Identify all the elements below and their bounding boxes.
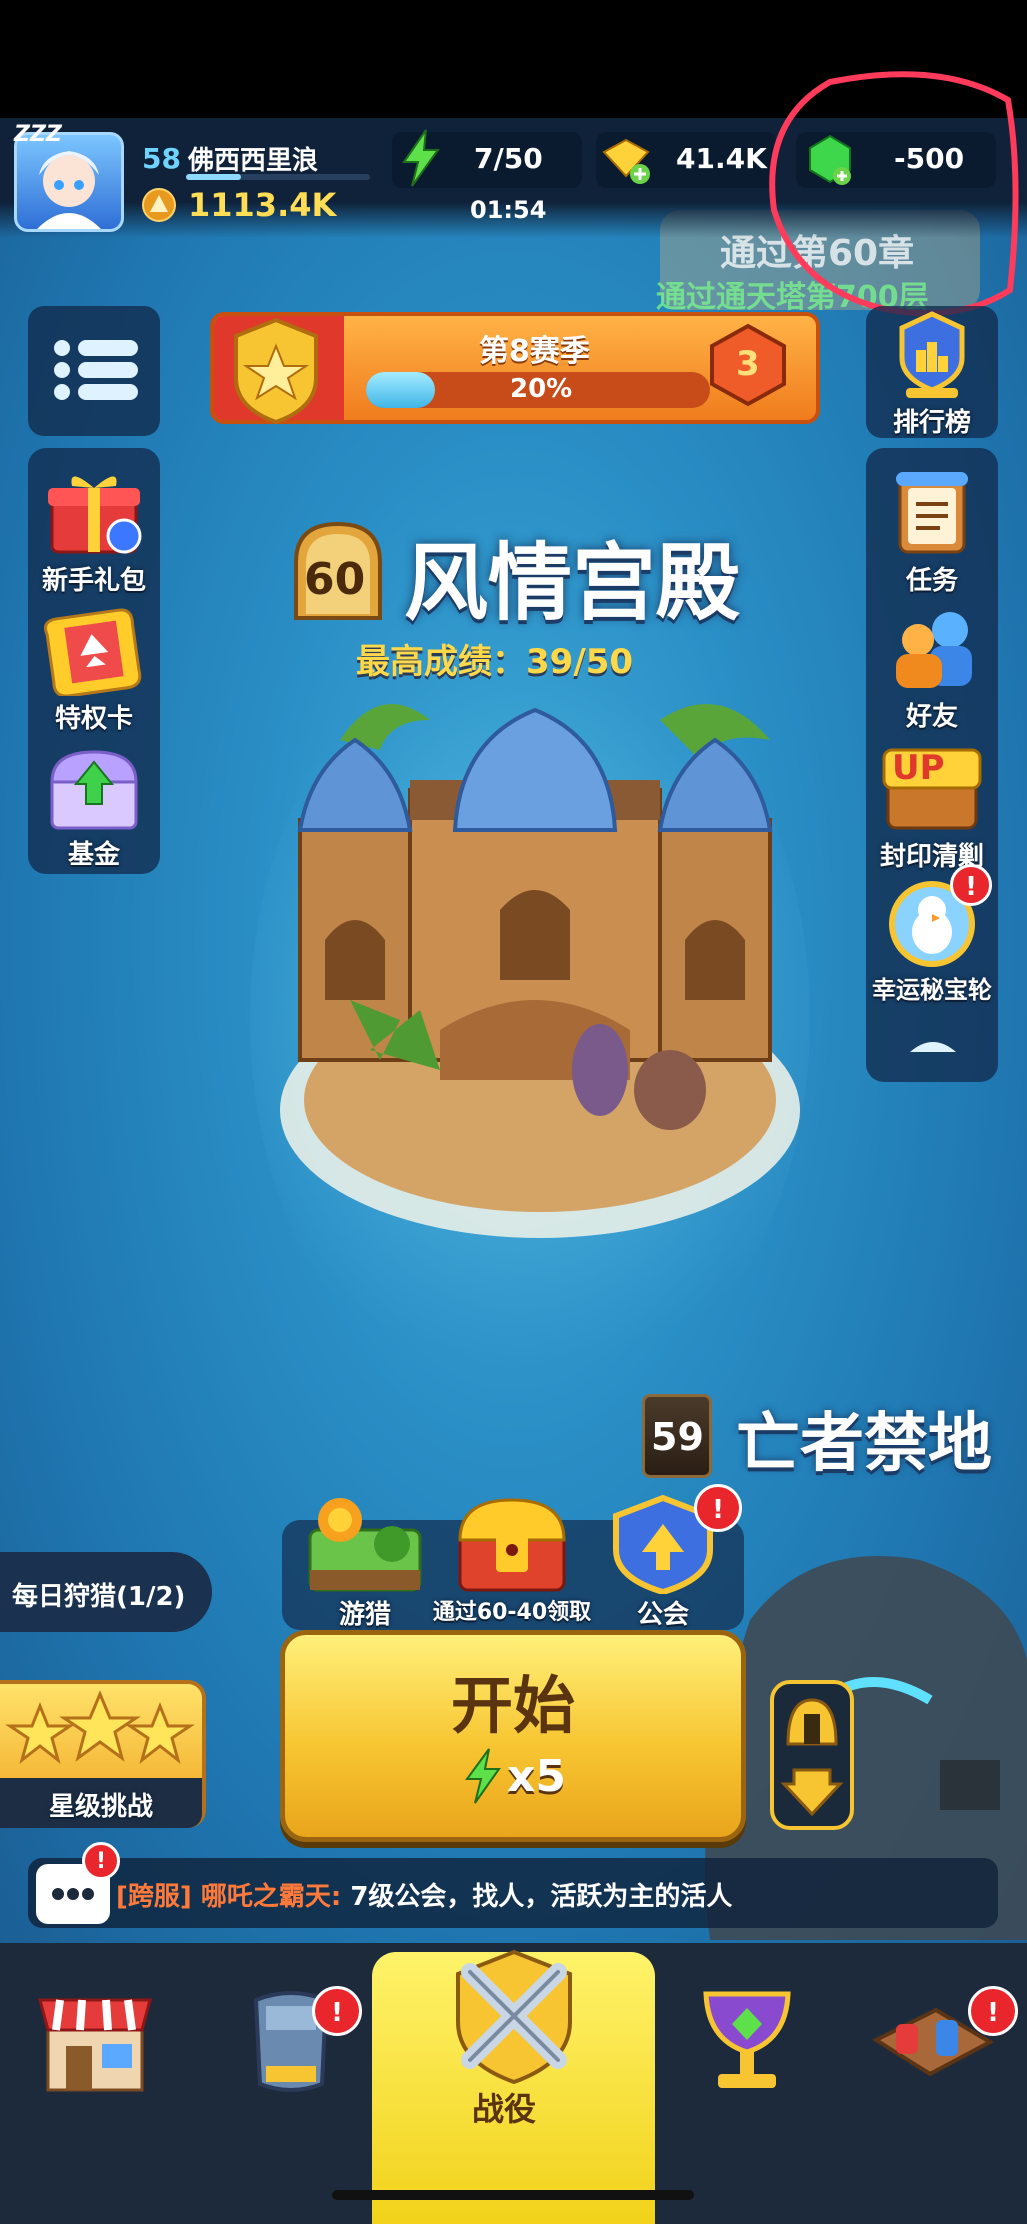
season-progress-text: 20% [510, 374, 573, 404]
next-chapter-name: 亡者禁地 [736, 1407, 992, 1481]
daily-hunt-label: 每日狩猎(1/2) [12, 1582, 186, 1612]
trophy-podium-icon [899, 311, 965, 398]
task-scroll-icon [896, 472, 968, 554]
privilege-card-button[interactable]: 特权卡 [28, 606, 160, 736]
chapter-number: 60 [304, 554, 366, 605]
three-stars-icon [5, 1690, 195, 1764]
crossed-swords-shield-icon [456, 1949, 572, 2085]
chapter-name: 风情宫殿 [404, 534, 741, 632]
privilege-card-icon [43, 608, 142, 698]
season-level: 3 [736, 344, 760, 384]
nav-shop-tab[interactable] [30, 1980, 160, 2100]
ranking-label: 排行榜 [892, 408, 971, 438]
energy-timer: 01:54 [470, 196, 547, 224]
nav-campaign-label: 战役 [472, 2090, 537, 2128]
season-star-badge-icon [226, 316, 326, 426]
collapse-arrow-icon[interactable] [906, 1030, 960, 1060]
avatar[interactable] [14, 132, 124, 232]
energy-value: 7/50 [474, 142, 543, 175]
daily-hunt-button[interactable]: 每日狩猎(1/2) [0, 1552, 212, 1632]
player-name: 佛西西里浪 [188, 146, 319, 176]
chapter-best-score: 最高成绩：39/50 [356, 642, 634, 682]
up-label: UP [892, 748, 945, 788]
cards-alert-badge: ! [968, 1986, 1018, 2036]
starter-pack-button[interactable]: 新手礼包 [28, 466, 160, 600]
friends-icon [896, 612, 972, 688]
tasks-button[interactable]: 任务 [866, 466, 998, 600]
start-cost: x5 [507, 1751, 566, 1802]
home-indicator [332, 2190, 694, 2200]
friends-button[interactable]: 好友 [866, 604, 998, 734]
helmet-arrow-icon [780, 1698, 844, 1817]
equipment-toggle-button[interactable] [770, 1680, 854, 1830]
season-title: 第8赛季 [479, 334, 590, 369]
highlight-circle-annotation [769, 71, 1019, 317]
nav-campaign-tab[interactable] [430, 1942, 598, 2102]
player-level: 58 [142, 142, 181, 175]
treasure-chest-icon [458, 1498, 566, 1592]
guild-alert-badge: ! [694, 1484, 742, 1532]
chat-channel: [跨服] [116, 1882, 192, 1912]
next-chapter-hourglass: 59 [642, 1394, 712, 1478]
energy-plus-icon[interactable] [396, 128, 446, 188]
treasure-chest-icon [50, 750, 138, 830]
chapter-chest-label: 通过60-40领取 [432, 1600, 592, 1625]
equipment-alert-badge: ! [312, 1986, 362, 2036]
avatar-portrait-icon [37, 151, 101, 229]
privilege-card-label: 特权卡 [54, 704, 133, 734]
shop-icon [38, 1998, 152, 2092]
chat-alert-badge: ! [82, 1842, 120, 1880]
safari-button[interactable]: 游猎 [300, 1490, 430, 1630]
lucky-wheel-alert-badge: ! [950, 864, 992, 906]
guild-label: 公会 [636, 1600, 689, 1630]
nav-arena-tab[interactable] [682, 1980, 812, 2100]
next-chapter-number: 59 [651, 1415, 704, 1459]
fund-label: 基金 [67, 840, 120, 870]
game-screen: 通过第60章 通过通天塔第700层 ZZZ 58 佛西西里浪 1113.4K 7… [0, 0, 1027, 2224]
star-challenge-button[interactable]: 星级挑战 [0, 1680, 206, 1828]
sleep-indicator: ZZZ [14, 122, 62, 147]
main-menu-button[interactable] [28, 306, 160, 436]
season-level-hex: 3 [706, 322, 790, 408]
start-label: 开始 [450, 1669, 575, 1742]
palace-island-image[interactable] [270, 680, 810, 1250]
star-challenge-label: 星级挑战 [48, 1792, 153, 1822]
energy-icon [465, 1748, 501, 1804]
fund-button[interactable]: 基金 [28, 742, 160, 872]
chapter-number-badge: 60 [288, 518, 388, 622]
gold-value: 41.4K [676, 142, 767, 175]
player-power: 1113.4K [188, 186, 337, 224]
starter-pack-label: 新手礼包 [41, 566, 146, 596]
start-button[interactable]: 开始 x5 [280, 1630, 746, 1842]
safari-label: 游猎 [338, 1600, 391, 1630]
gold-plus-icon[interactable] [596, 130, 656, 190]
seal-clear-button[interactable]: UP 封印清剿 [866, 744, 998, 874]
friends-label: 好友 [905, 702, 958, 732]
chat-sender: 哪吒之霸天: [200, 1882, 342, 1912]
ranking-button[interactable]: 排行榜 [866, 306, 998, 438]
chat-message: [跨服] 哪吒之霸天: 7级公会，找人，活跃为主的活人 [116, 1876, 732, 1913]
tasks-label: 任务 [905, 566, 958, 596]
chapter-chest-button[interactable]: 通过60-40领取 [426, 1490, 598, 1626]
chat-text: 7级公会，找人，活跃为主的活人 [350, 1882, 733, 1912]
gift-box-icon [48, 476, 142, 554]
power-icon [142, 188, 176, 222]
list-menu-icon [54, 340, 138, 400]
safari-landscape-icon [308, 1498, 422, 1592]
grail-cup-icon [703, 1991, 791, 2088]
player-xp-bar [186, 174, 370, 180]
lucky-wheel-label: 幸运秘宝轮 [872, 976, 992, 1004]
